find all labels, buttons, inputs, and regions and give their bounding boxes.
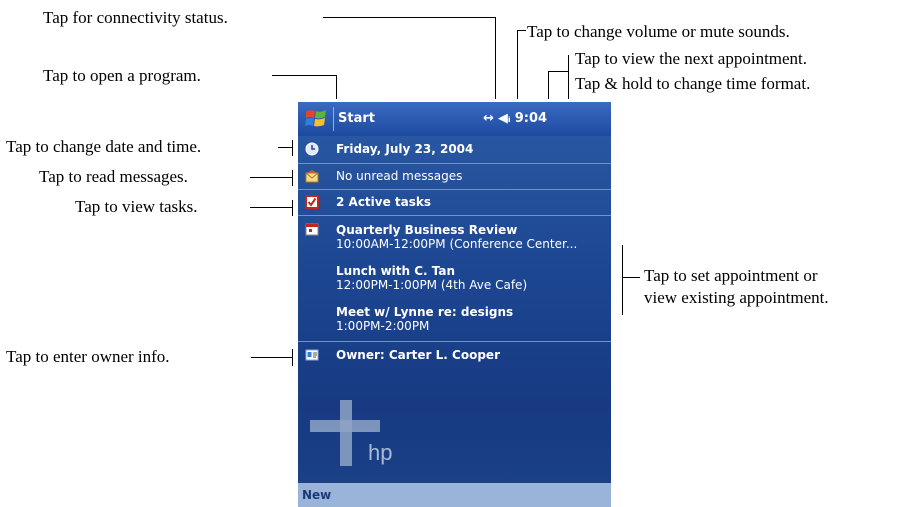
connectivity-icon[interactable]: ↔ — [483, 111, 494, 126]
appointment-title: Lunch with C. Tan — [336, 264, 456, 278]
leader-appt-v — [622, 245, 623, 315]
volume-icon[interactable]: ◀ᵢ — [498, 111, 511, 126]
hp-logo-text: hp — [368, 440, 392, 465]
callout-owner-info: Tap to enter owner info. — [6, 347, 170, 366]
tasks-row[interactable]: 2 Active tasks — [298, 190, 611, 216]
leader-time-v2 — [548, 71, 549, 99]
leader-volume-h — [517, 30, 526, 31]
calendar-icon — [305, 223, 319, 236]
windows-flag-icon[interactable] — [304, 108, 328, 130]
title-separator — [333, 107, 334, 131]
appointment-title: Quarterly Business Review — [336, 223, 518, 237]
owner-text: Owner: Carter L. Cooper — [336, 348, 500, 362]
callout-read-messages: Tap to read messages. — [39, 167, 188, 186]
date-row[interactable]: Friday, July 23, 2004 — [298, 136, 611, 164]
tasks-text: 2 Active tasks — [336, 195, 432, 209]
leader-volume-v — [517, 30, 518, 99]
clock-time[interactable]: 9:04 — [515, 111, 547, 126]
callout-volume: Tap to change volume or mute sounds. — [527, 22, 790, 41]
messages-row[interactable]: No unread messages — [298, 164, 611, 190]
leader-messages-v — [292, 170, 293, 186]
envelope-icon — [305, 170, 319, 183]
leader-program-v — [336, 75, 337, 99]
appointment-item[interactable]: Lunch with C. Tan 12:00PM-1:00PM (4th Av… — [336, 264, 527, 292]
callout-date-time: Tap to change date and time. — [6, 137, 202, 156]
appointment-item[interactable]: Meet w/ Lynne re: designs 1:00PM-2:00PM — [336, 305, 513, 333]
calendar-section[interactable]: Quarterly Business Review 10:00AM-12:00P… — [298, 216, 611, 342]
leader-time-h — [548, 71, 568, 72]
leader-date-v — [292, 140, 293, 156]
leader-time-v — [568, 55, 569, 99]
today-screen: Start ↔ ◀ᵢ 9:04 Friday, July 23, 2004 No u… — [298, 102, 611, 507]
appointment-item[interactable]: Quarterly Business Review 10:00AM-12:00P… — [336, 223, 577, 251]
appointment-detail: 10:00AM-12:00PM (Conference Center... — [336, 237, 578, 251]
title-bar: Start ↔ ◀ᵢ 9:04 — [298, 102, 611, 136]
task-checklist-icon — [305, 195, 319, 209]
leader-owner-h — [251, 357, 292, 358]
leader-appt-h — [622, 277, 640, 278]
appointment-detail: 1:00PM-2:00PM — [336, 319, 430, 333]
leader-date-h — [278, 147, 292, 148]
leader-tasks-v — [292, 200, 293, 216]
leader-program-h — [272, 75, 336, 76]
callout-open-program: Tap to open a program. — [43, 66, 201, 85]
callout-set-appointment-2: view existing appointment. — [644, 288, 829, 307]
callout-set-appointment-1: Tap to set appointment or — [644, 266, 818, 285]
clock-icon — [305, 142, 319, 156]
messages-text: No unread messages — [336, 169, 463, 183]
leader-tasks-h — [250, 207, 292, 208]
system-tray: ↔ ◀ᵢ 9:04 — [483, 111, 551, 126]
appointment-title: Meet w/ Lynne re: designs — [336, 305, 514, 319]
leader-connectivity-h — [323, 17, 495, 18]
callout-next-appointment: Tap to view the next appointment. — [575, 49, 808, 68]
new-button[interactable]: New — [302, 488, 331, 502]
leader-messages-h — [250, 177, 292, 178]
callout-connectivity: Tap for connectivity status. — [43, 8, 228, 27]
callout-view-tasks: Tap to view tasks. — [75, 197, 198, 216]
start-menu-label[interactable]: Start — [338, 111, 375, 126]
menu-bar: New — [298, 483, 611, 507]
appointment-detail: 12:00PM-1:00PM (4th Ave Cafe) — [336, 278, 528, 292]
owner-card-icon — [305, 349, 319, 361]
leader-connectivity-v — [495, 17, 496, 99]
owner-row[interactable]: Owner: Carter L. Cooper — [298, 342, 611, 368]
leader-owner-v — [292, 349, 293, 366]
callout-time-format: Tap & hold to change time format. — [575, 74, 811, 93]
date-text: Friday, July 23, 2004 — [336, 142, 474, 156]
hp-logo: hp — [310, 400, 392, 466]
